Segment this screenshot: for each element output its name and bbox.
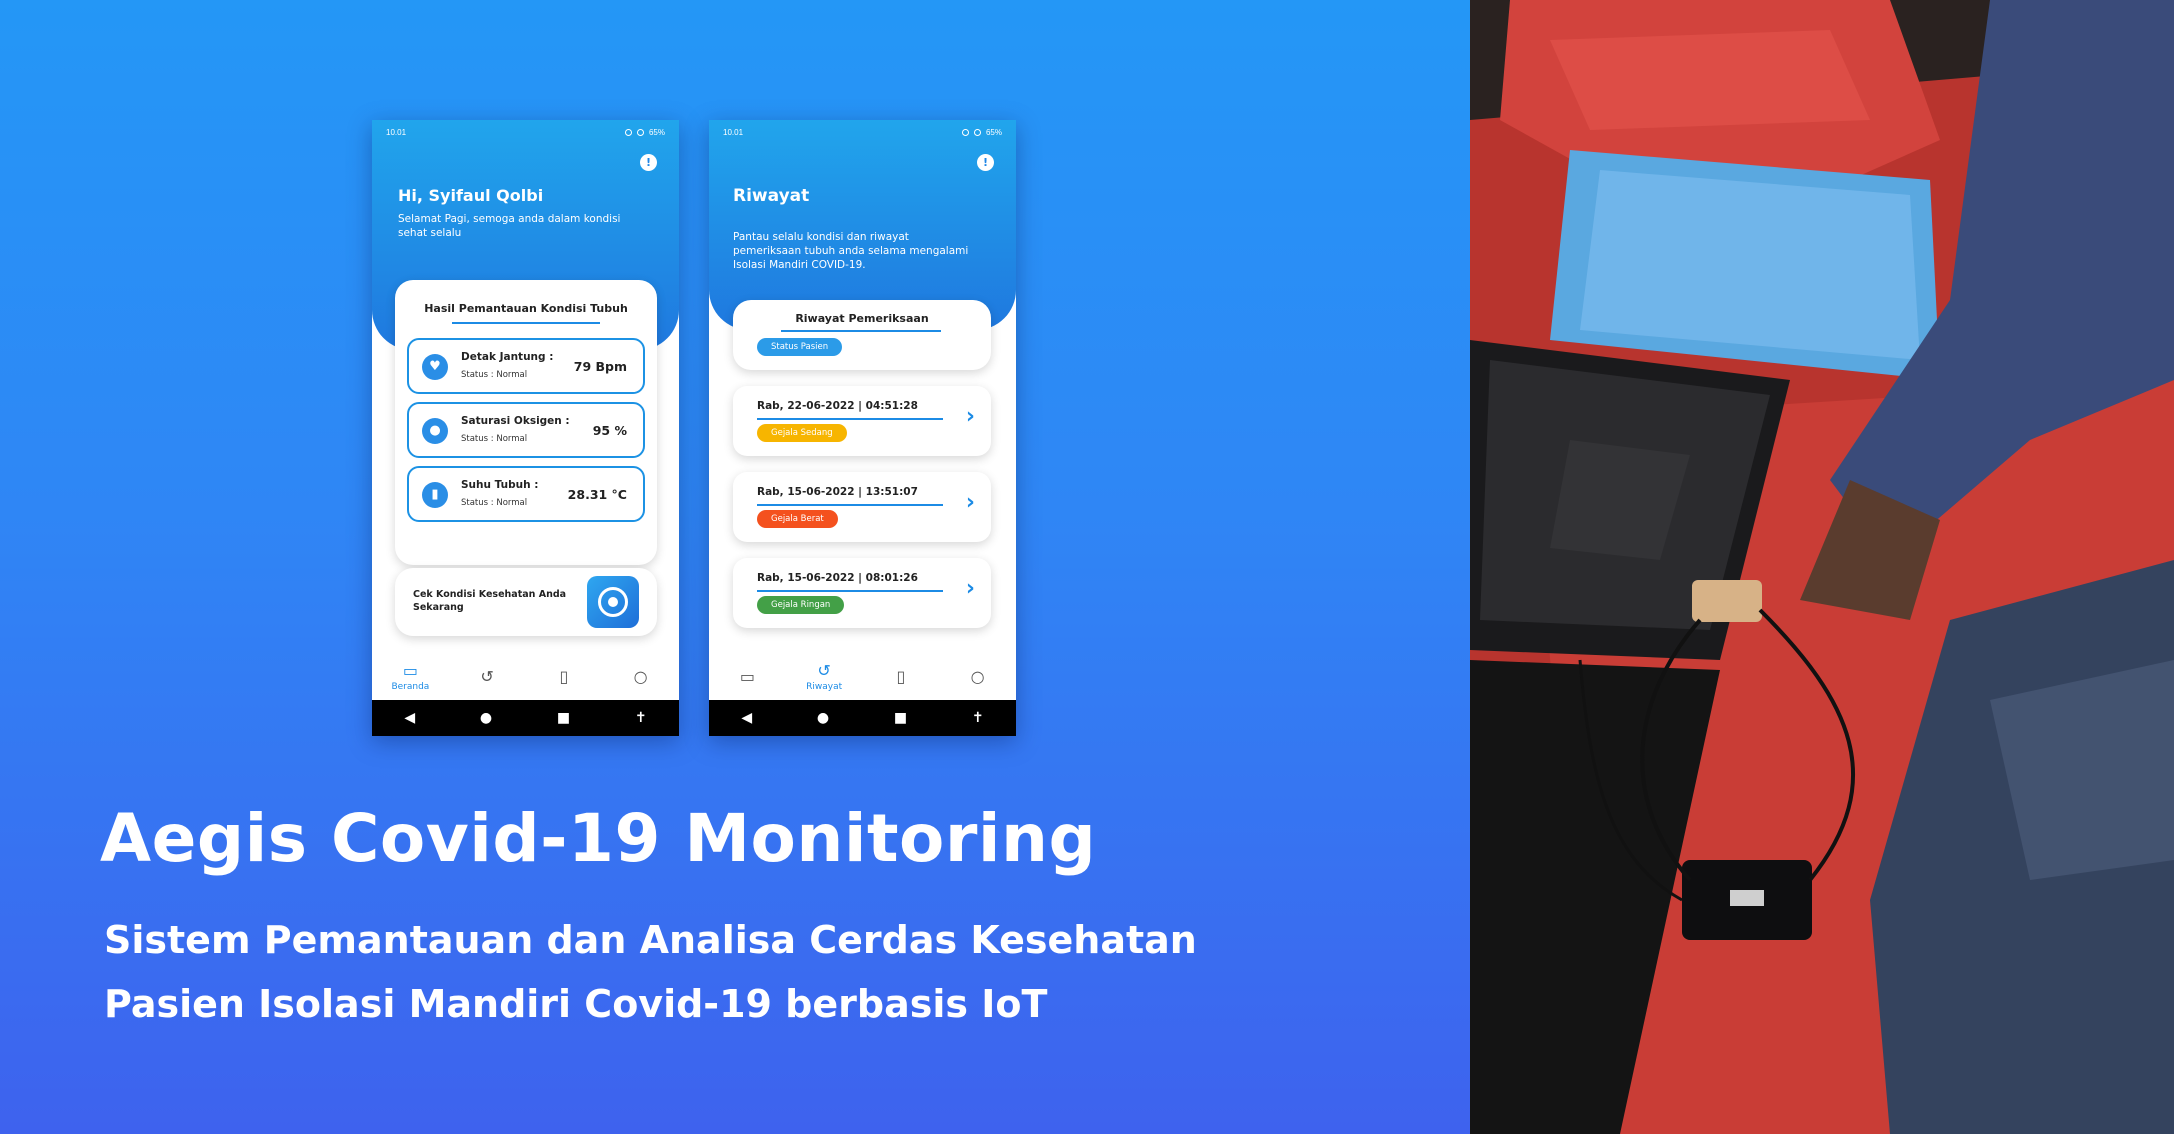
metric-heart-rate[interactable]: ♥ Detak Jantung : Status : Normal 79 Bpm <box>407 338 645 394</box>
nav-history[interactable]: ↺ Riwayat <box>794 661 854 692</box>
nav-history[interactable]: ↺ <box>457 667 517 686</box>
back-icon[interactable]: ◀ <box>404 710 415 726</box>
history-icon: ↺ <box>480 666 494 686</box>
accessibility-icon[interactable]: ✝ <box>972 710 984 726</box>
history-date: Rab, 15-06-2022 | 08:01:26 <box>757 572 918 584</box>
status-time: 10.01 <box>386 127 407 137</box>
subtitle-line-1: Sistem Pemantauan dan Analisa Cerdas Kes… <box>104 918 1197 962</box>
alarm-icon <box>624 128 632 136</box>
card-divider <box>781 330 941 332</box>
nav-profile[interactable]: ○ <box>611 667 671 686</box>
alarm-icon <box>961 128 969 136</box>
accessibility-icon[interactable]: ✝ <box>635 710 647 726</box>
battery-level: 65% <box>985 127 1002 137</box>
recents-icon[interactable]: ■ <box>894 710 907 726</box>
android-system-bar: ◀ ● ■ ✝ <box>709 700 1016 736</box>
history-header <box>709 120 1016 330</box>
check-health-text: Cek Kondisi Kesehatan Anda Sekarang <box>413 589 567 613</box>
monitoring-card-title: Hasil Pemantauan Kondisi Tubuh <box>424 302 628 315</box>
history-subtext: Pantau selalu kondisi dan riwayat pemeri… <box>733 231 969 271</box>
phone-history-screen: 10.01 65% ! Riwayat Pantau selalu kondis… <box>709 120 1016 736</box>
device-photo-illustration <box>1470 0 2174 1134</box>
battery-level: 65% <box>648 127 665 137</box>
signal-icon <box>973 128 981 136</box>
phone-home-screen: 10.01 65% ! Hi, Syifaul Qolbi Selamat Pa… <box>372 120 679 736</box>
metric-label: Saturasi Oksigen : <box>461 415 570 427</box>
bottom-navigation: ▭ Beranda ↺ ▯ ○ <box>372 652 679 700</box>
nav-profile[interactable]: ○ <box>948 667 1008 686</box>
person-icon: ○ <box>633 666 648 686</box>
home-circle-icon[interactable]: ● <box>817 710 829 726</box>
heart-pulse-icon: ♥ <box>422 354 448 380</box>
metric-value: 79 Bpm <box>573 359 627 374</box>
greeting-title: Hi, Syifaul Qolbi <box>398 186 544 205</box>
book-icon: ▯ <box>559 666 569 686</box>
nav-history-label: Riwayat <box>806 681 843 692</box>
chat-icon[interactable]: ! <box>977 154 994 171</box>
status-bar: 10.01 65% <box>709 120 1016 144</box>
thermometer-icon: ▮ <box>422 482 448 508</box>
recents-icon[interactable]: ■ <box>557 710 570 726</box>
nav-home-label: Beranda <box>391 681 430 692</box>
history-item[interactable]: Rab, 22-06-2022 | 04:51:28 Gejala Sedang… <box>733 386 991 456</box>
monitor-icon: ▭ <box>739 666 755 686</box>
history-card-title: Riwayat Pemeriksaan <box>795 312 929 325</box>
chevron-right-icon[interactable]: › <box>966 404 975 429</box>
nav-home[interactable]: ▭ <box>717 667 777 686</box>
chat-icon[interactable]: ! <box>640 154 657 171</box>
monitoring-card: Hasil Pemantauan Kondisi Tubuh ♥ Detak J… <box>395 280 657 565</box>
history-divider <box>757 504 943 506</box>
droplet-icon: ● <box>422 418 448 444</box>
bottom-navigation: ▭ ↺ Riwayat ▯ ○ <box>709 652 1016 700</box>
chevron-right-icon[interactable]: › <box>966 576 975 601</box>
metric-value: 95 % <box>592 423 627 438</box>
greeting-subtext: Selamat Pagi, semoga anda dalam kondisi … <box>398 213 621 239</box>
symptom-badge: Gejala Ringan <box>757 596 845 614</box>
check-health-button[interactable] <box>587 576 639 628</box>
stethoscope-icon-center <box>608 597 618 607</box>
back-icon[interactable]: ◀ <box>741 710 752 726</box>
history-date: Rab, 15-06-2022 | 13:51:07 <box>757 486 918 498</box>
metric-label: Detak Jantung : <box>461 351 554 363</box>
subtitle-line-2: Pasien Isolasi Mandiri Covid-19 berbasis… <box>104 982 1048 1026</box>
metric-value: 28.31 °C <box>567 487 627 502</box>
history-date: Rab, 22-06-2022 | 04:51:28 <box>757 400 918 412</box>
metric-status: Status : Normal <box>461 498 528 508</box>
nav-book[interactable]: ▯ <box>871 667 931 686</box>
history-summary-card: Riwayat Pemeriksaan Status Pasien <box>733 300 991 370</box>
status-time: 10.01 <box>723 127 744 137</box>
chevron-right-icon[interactable]: › <box>966 490 975 515</box>
person-icon: ○ <box>970 666 985 686</box>
nav-home[interactable]: ▭ Beranda <box>380 661 440 692</box>
banner-subtitle: Sistem Pemantauan dan Analisa Cerdas Kes… <box>104 908 1404 1036</box>
status-bar: 10.01 65% <box>372 120 679 144</box>
book-icon: ▯ <box>896 666 906 686</box>
android-system-bar: ◀ ● ■ ✝ <box>372 700 679 736</box>
card-divider <box>452 322 600 324</box>
device-photo <box>1470 0 2174 1134</box>
symptom-badge: Gejala Berat <box>757 510 838 528</box>
history-item[interactable]: Rab, 15-06-2022 | 13:51:07 Gejala Berat … <box>733 472 991 542</box>
nav-book[interactable]: ▯ <box>534 667 594 686</box>
history-title: Riwayat <box>733 186 810 206</box>
metric-status: Status : Normal <box>461 434 528 444</box>
signal-icon <box>636 128 644 136</box>
metric-status: Status : Normal <box>461 370 528 380</box>
check-health-card[interactable]: Cek Kondisi Kesehatan Anda Sekarang <box>395 568 657 636</box>
metric-body-temperature[interactable]: ▮ Suhu Tubuh : Status : Normal 28.31 °C <box>407 466 645 522</box>
metric-label: Suhu Tubuh : <box>461 479 539 491</box>
patient-status-badge[interactable]: Status Pasien <box>757 338 843 356</box>
history-divider <box>757 418 943 420</box>
history-divider <box>757 590 943 592</box>
banner-title: Aegis Covid-19 Monitoring <box>100 800 1097 877</box>
history-item[interactable]: Rab, 15-06-2022 | 08:01:26 Gejala Ringan… <box>733 558 991 628</box>
home-circle-icon[interactable]: ● <box>480 710 492 726</box>
history-icon: ↺ <box>817 660 831 680</box>
symptom-badge: Gejala Sedang <box>757 424 847 442</box>
monitor-icon: ▭ <box>402 660 418 680</box>
metric-oxygen-saturation[interactable]: ● Saturasi Oksigen : Status : Normal 95 … <box>407 402 645 458</box>
